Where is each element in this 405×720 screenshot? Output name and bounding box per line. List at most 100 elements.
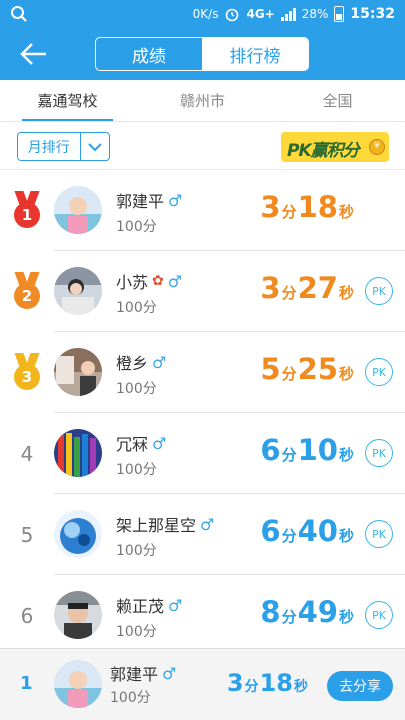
minute-unit: 分: [281, 203, 297, 221]
avatar[interactable]: [54, 186, 102, 234]
time-minutes: 3: [260, 271, 281, 305]
pk-banner-text: PK赢积分: [287, 141, 360, 161]
second-unit: 秒: [338, 527, 354, 545]
rank-medal-icon: 3: [12, 352, 42, 393]
pk-button[interactable]: PK: [365, 277, 393, 305]
rank-number: 2: [14, 282, 40, 309]
user-score: 100分: [116, 381, 157, 397]
back-arrow-icon[interactable]: [18, 40, 52, 68]
tab-school[interactable]: 嘉通驾校: [0, 80, 135, 121]
user-name: 赖正茂: [116, 597, 165, 616]
completion-time: 3 分 27 秒: [260, 271, 355, 305]
avatar[interactable]: [54, 510, 102, 558]
user-name: 郭建平: [116, 192, 165, 211]
ranking-row[interactable]: 3 橙乡 ♂ 100分 5 分 25 秒 PK: [14, 332, 405, 413]
rank-number: 3: [14, 363, 40, 390]
rank-medal-icon: 2: [12, 271, 42, 312]
rank-number: 5: [20, 522, 34, 547]
second-unit: 秒: [338, 446, 354, 464]
time-minutes: 5: [260, 352, 281, 386]
tab-scores[interactable]: 成绩: [96, 38, 202, 70]
minute-unit: 分: [281, 446, 297, 464]
my-rank-bar: 1 郭建平 ♂ 100分 3 分 18 秒 去分享: [0, 648, 405, 720]
second-unit: 秒: [338, 365, 354, 383]
avatar[interactable]: [54, 348, 102, 396]
second-unit: 秒: [294, 679, 308, 695]
second-unit: 秒: [338, 284, 354, 302]
user-score: 100分: [116, 300, 157, 316]
rank-number: 4: [20, 441, 34, 466]
network-type: 4G+: [246, 7, 275, 21]
male-icon: ♂: [162, 663, 177, 683]
completion-time: 5 分 25 秒: [260, 352, 355, 386]
male-icon: ♂: [167, 271, 183, 291]
male-icon: ♂: [200, 514, 215, 534]
ranking-row[interactable]: 6 赖正茂 ♂ 100分 8 分 49 秒 PK: [21, 575, 405, 656]
period-dropdown[interactable]: 月排行: [17, 132, 110, 161]
time-seconds: 40: [297, 514, 338, 548]
time-minutes: 8: [260, 595, 281, 629]
avatar[interactable]: [54, 429, 102, 477]
ranking-row[interactable]: 1 郭建平 ♂ 100分 3 分 18 秒: [14, 170, 405, 251]
minute-unit: 分: [244, 679, 259, 695]
time-seconds: 18: [297, 190, 338, 224]
user-score: 100分: [116, 219, 157, 235]
time-seconds: 10: [297, 433, 338, 467]
male-icon: ♂: [168, 595, 183, 615]
my-minutes: 3: [226, 669, 244, 697]
pk-button[interactable]: PK: [365, 601, 393, 629]
completion-time: 3 分 18 秒: [260, 190, 355, 224]
user-score: 100分: [116, 462, 157, 478]
minute-unit: 分: [281, 527, 297, 545]
minute-unit: 分: [281, 284, 297, 302]
pk-button[interactable]: PK: [365, 520, 393, 548]
rank-medal-icon: 1: [12, 190, 42, 231]
completion-time: 6 分 40 秒: [260, 514, 355, 548]
pk-button[interactable]: PK: [365, 358, 393, 386]
segmented-control: 成绩 排行榜: [95, 37, 309, 71]
tab-leaderboard[interactable]: 排行榜: [202, 38, 308, 70]
avatar[interactable]: [54, 591, 102, 639]
filter-row: 月排行 PK赢积分 ¥: [0, 122, 405, 170]
battery-icon: [334, 6, 345, 22]
ranking-row[interactable]: 4 冗冧 ♂ 100分 6 分 10 秒 PK: [21, 413, 405, 494]
minute-unit: 分: [281, 608, 297, 626]
my-rank-number: 1: [20, 673, 33, 694]
search-icon: [11, 6, 27, 22]
second-unit: 秒: [338, 203, 354, 221]
my-seconds: 18: [259, 669, 293, 697]
user-name: 小苏: [116, 273, 149, 292]
time-minutes: 3: [260, 190, 281, 224]
coin-icon: ¥: [369, 139, 385, 155]
time-seconds: 27: [297, 271, 338, 305]
rank-number: 6: [20, 603, 34, 628]
flower-icon: ✿: [152, 273, 164, 289]
share-button[interactable]: 去分享: [327, 671, 393, 701]
status-bar: 0K/s 4G+ 28% 15:32: [0, 0, 405, 28]
minute-unit: 分: [281, 365, 297, 383]
ranking-row[interactable]: 2 小苏 ✿ ♂ 100分 3 分 27 秒 PK: [14, 251, 405, 332]
network-speed: 0K/s: [192, 7, 219, 21]
user-score: 100分: [116, 624, 157, 640]
ranking-list: 1 郭建平 ♂ 100分 3 分 18 秒 2 小苏 ✿ ♂ 100分 3 分 …: [0, 170, 405, 656]
user-name: 冗冧: [116, 435, 149, 454]
signal-icon: [280, 7, 296, 21]
rank-number: 1: [14, 201, 40, 228]
avatar[interactable]: [54, 660, 102, 708]
tab-national[interactable]: 全国: [270, 80, 405, 121]
pk-button[interactable]: PK: [365, 439, 393, 467]
scope-tabs: 嘉通驾校 赣州市 全国: [0, 80, 405, 122]
my-score: 100分: [110, 690, 151, 706]
my-time: 3 分 18 秒: [227, 669, 309, 697]
user-name: 架上那星空: [116, 516, 197, 535]
ranking-row[interactable]: 5 架上那星空 ♂ 100分 6 分 40 秒 PK: [21, 494, 405, 575]
clock: 15:32: [350, 6, 395, 22]
battery-level: 28%: [301, 7, 329, 21]
period-label: 月排行: [27, 139, 70, 156]
app-header: 成绩 排行榜: [0, 28, 405, 80]
pk-points-banner[interactable]: PK赢积分 ¥: [281, 132, 389, 162]
second-unit: 秒: [338, 608, 354, 626]
tab-city[interactable]: 赣州市: [135, 80, 270, 121]
avatar[interactable]: [54, 267, 102, 315]
male-icon: ♂: [152, 352, 167, 372]
